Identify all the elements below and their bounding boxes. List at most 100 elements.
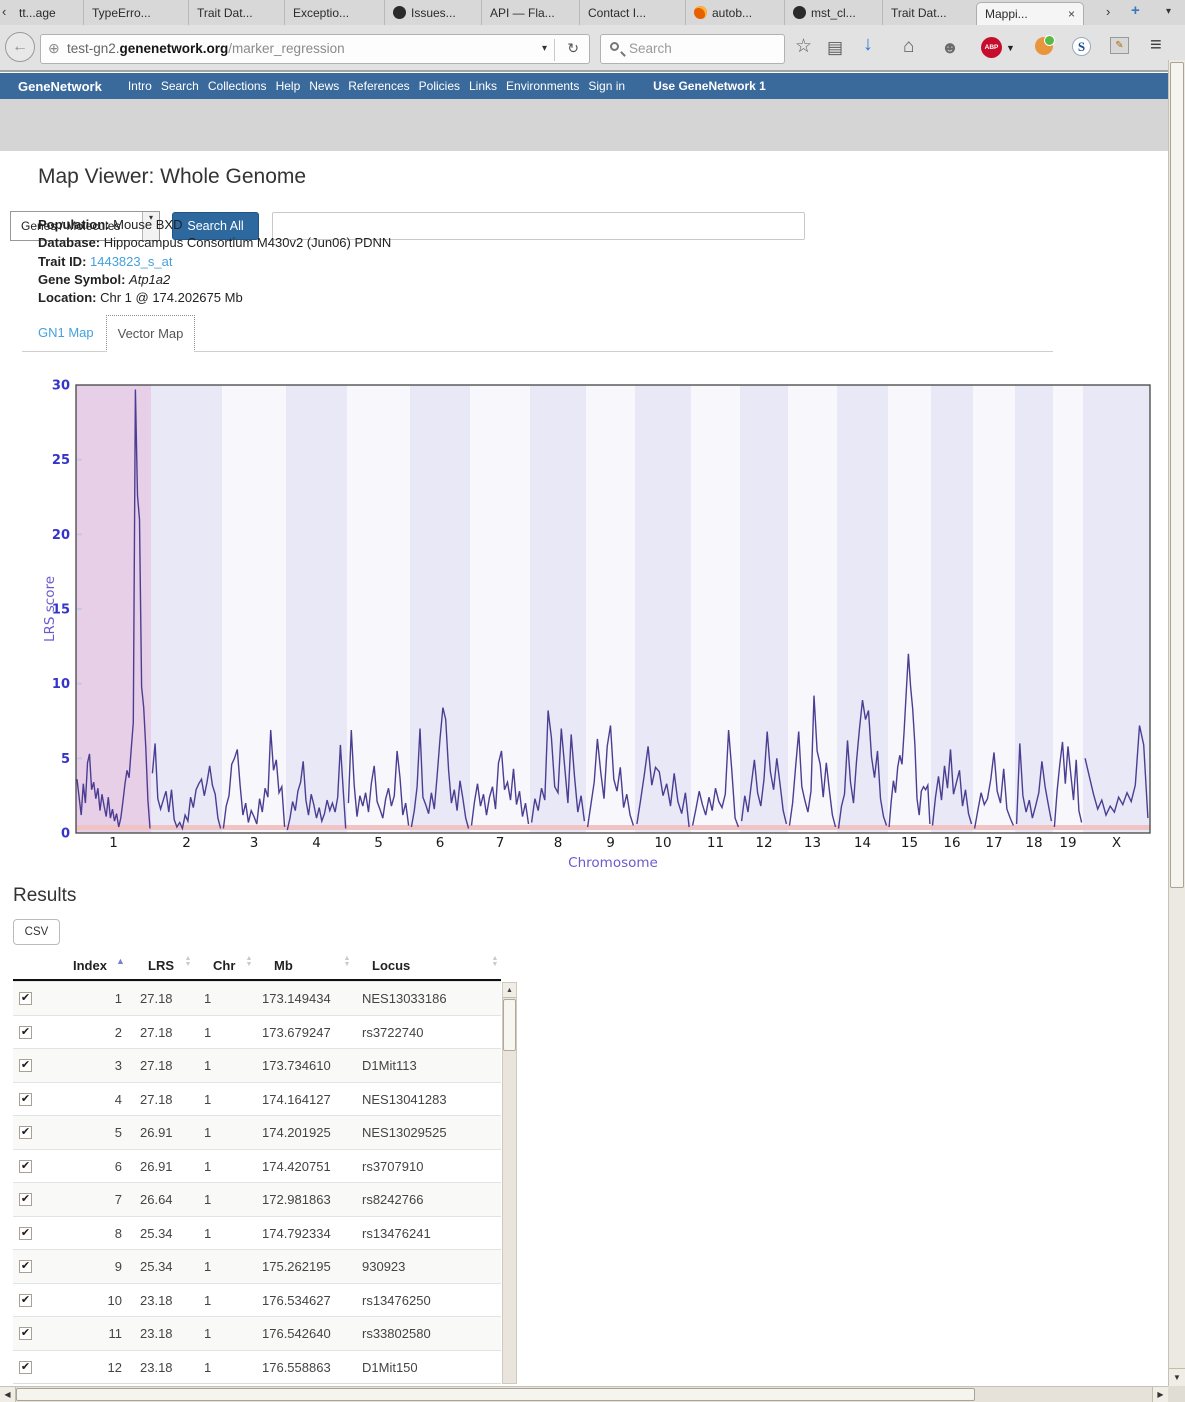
chromosome-band-8 — [530, 385, 586, 833]
row-checkbox[interactable]: ✔ — [19, 1260, 32, 1273]
sort-icons[interactable]: ▲▼ — [244, 956, 254, 968]
cell-index: 1 — [58, 991, 122, 1006]
info-label: Location: — [38, 290, 100, 305]
cell-mb: 176.542640 — [262, 1326, 331, 1341]
row-checkbox[interactable]: ✔ — [19, 1327, 32, 1340]
col-header-mb[interactable]: Mb — [274, 958, 293, 973]
browser-tab[interactable]: mst_cl... — [784, 0, 882, 25]
page-horizontal-scrollbar[interactable]: ◀ ▶ — [0, 1386, 1168, 1402]
cell-locus: NES13033186 — [362, 991, 447, 1006]
row-checkbox[interactable]: ✔ — [19, 1126, 32, 1139]
row-checkbox[interactable]: ✔ — [19, 1093, 32, 1106]
info-value: Hippocampus Consortium M430v2 (Jun06) PD… — [104, 235, 392, 250]
cookie-extension-icon[interactable] — [1035, 37, 1053, 55]
col-header-index[interactable]: Index — [73, 958, 107, 973]
gn-nav-item-references[interactable]: References — [348, 79, 409, 93]
gn-nav-item-links[interactable]: Links — [469, 79, 497, 93]
browser-tab[interactable]: Contact I... — [579, 0, 685, 25]
row-checkbox[interactable]: ✔ — [19, 1059, 32, 1072]
vertical-scrollbar-thumb[interactable] — [1170, 62, 1184, 888]
new-tab-button[interactable]: + — [1131, 2, 1140, 19]
csv-button[interactable]: CSV — [13, 919, 60, 945]
clipboard-icon[interactable]: ▤ — [827, 38, 843, 58]
browser-tab[interactable]: tt...age — [11, 0, 83, 25]
row-checkbox[interactable]: ✔ — [19, 1361, 32, 1374]
col-header-lrs[interactable]: LRS — [148, 958, 174, 973]
home-icon[interactable]: ⌂ — [903, 36, 914, 58]
sort-icons[interactable]: ▲▼ — [490, 956, 500, 968]
tab-gn1-map[interactable]: GN1 Map — [38, 325, 94, 340]
download-icon[interactable]: ↓ — [863, 33, 873, 56]
messenger-icon[interactable]: ☻ — [941, 38, 959, 58]
scroll-down-icon[interactable]: ▼ — [1169, 1368, 1185, 1386]
row-checkbox[interactable]: ✔ — [19, 1294, 32, 1307]
gn-nav-item-environments[interactable]: Environments — [506, 79, 579, 93]
col-header-locus[interactable]: Locus — [372, 958, 410, 973]
reload-icon[interactable]: ↻ — [567, 40, 579, 57]
sort-icons[interactable]: ▲▼ — [183, 956, 193, 968]
cell-mb: 174.201925 — [262, 1125, 331, 1140]
tab-list-icon[interactable]: ▾ — [1166, 6, 1171, 17]
gn-brand[interactable]: GeneNetwork — [18, 79, 102, 94]
gn-nav-item-search[interactable]: Search — [161, 79, 199, 93]
cell-locus: 930923 — [362, 1259, 405, 1274]
gn-nav-item-news[interactable]: News — [309, 79, 339, 93]
menu-icon[interactable]: ≡ — [1150, 34, 1162, 57]
page-vertical-scrollbar[interactable]: ▼ — [1168, 60, 1185, 1386]
search-placeholder: Search — [629, 41, 672, 56]
row-checkbox[interactable]: ✔ — [19, 1193, 32, 1206]
tab-vector-map[interactable]: Vector Map — [106, 315, 195, 352]
gn-nav-item-sign-in[interactable]: Sign in — [588, 79, 625, 93]
browser-tab[interactable]: Exceptio... — [284, 0, 384, 25]
scroll-right-icon[interactable]: ▶ — [1152, 1387, 1168, 1402]
browser-tab[interactable]: API — Fla... — [481, 0, 579, 25]
row-checkbox[interactable]: ✔ — [19, 1160, 32, 1173]
url-bar[interactable]: ⊕ test-gn2.genenetwork.org/marker_regres… — [40, 34, 590, 64]
scroll-left-icon[interactable]: ◀ — [0, 1387, 16, 1402]
chromosome-band-5 — [347, 385, 410, 833]
chromosome-band-15 — [888, 385, 931, 833]
cell-index: 9 — [58, 1259, 122, 1274]
table-row: ✔825.341174.792334rs13476241 — [13, 1216, 501, 1250]
browser-tab[interactable]: Mappi...× — [976, 2, 1084, 25]
horizontal-scrollbar-thumb[interactable] — [16, 1388, 975, 1401]
back-button[interactable]: ← — [5, 32, 35, 62]
col-header-chr[interactable]: Chr — [213, 958, 235, 973]
y-tick-label: 5 — [61, 752, 70, 767]
row-checkbox[interactable]: ✔ — [19, 992, 32, 1005]
info-value[interactable]: 1443823_s_at — [90, 254, 172, 269]
tab-scroll-left-icon[interactable]: ‹ — [2, 4, 6, 19]
use-genenetwork1-link[interactable]: Use GeneNetwork 1 — [653, 79, 766, 93]
table-scrollbar[interactable]: ▲ — [502, 982, 517, 1384]
x-tick-label: 9 — [606, 835, 615, 851]
bookmark-star-icon[interactable]: ☆ — [795, 35, 812, 58]
browser-search-field[interactable]: Search — [600, 34, 785, 64]
y-tick-label: 30 — [52, 379, 70, 394]
browser-tab[interactable]: autob... — [685, 0, 784, 25]
screen: ‹ tt...ageTypeErro...Trait Dat...Excepti… — [0, 0, 1185, 1402]
tab-scroll-right-icon[interactable]: › — [1106, 4, 1110, 19]
gn-nav-item-help[interactable]: Help — [276, 79, 301, 93]
browser-tab[interactable]: Trait Dat... — [188, 0, 284, 25]
table-scrollbar-thumb[interactable] — [503, 999, 516, 1051]
page-title: Map Viewer: Whole Genome — [38, 165, 306, 189]
s-extension-icon[interactable]: S — [1072, 37, 1091, 56]
sort-icons[interactable]: ▲▼ — [342, 956, 352, 968]
row-checkbox[interactable]: ✔ — [19, 1227, 32, 1240]
browser-tabs: tt...ageTypeErro...Trait Dat...Exceptio.… — [11, 0, 1084, 25]
cell-mb: 176.534627 — [262, 1293, 331, 1308]
edit-extension-icon[interactable]: ✎ — [1110, 37, 1129, 54]
browser-tab[interactable]: Issues... — [384, 0, 481, 25]
gn-nav-item-collections[interactable]: Collections — [208, 79, 267, 93]
browser-tab[interactable]: TypeErro... — [83, 0, 188, 25]
scroll-up-icon[interactable]: ▲ — [503, 983, 516, 998]
cell-mb: 173.734610 — [262, 1058, 331, 1073]
url-dropdown-icon[interactable]: ▾ — [542, 43, 547, 54]
close-icon[interactable]: × — [1064, 7, 1075, 21]
browser-tab[interactable]: Trait Dat... — [882, 0, 976, 25]
gn-nav-item-policies[interactable]: Policies — [419, 79, 460, 93]
row-checkbox[interactable]: ✔ — [19, 1026, 32, 1039]
adblock-icon[interactable]: ABP — [981, 37, 1002, 58]
gn-nav-item-intro[interactable]: Intro — [128, 79, 152, 93]
adblock-caret-icon[interactable]: ▼ — [1006, 43, 1015, 53]
